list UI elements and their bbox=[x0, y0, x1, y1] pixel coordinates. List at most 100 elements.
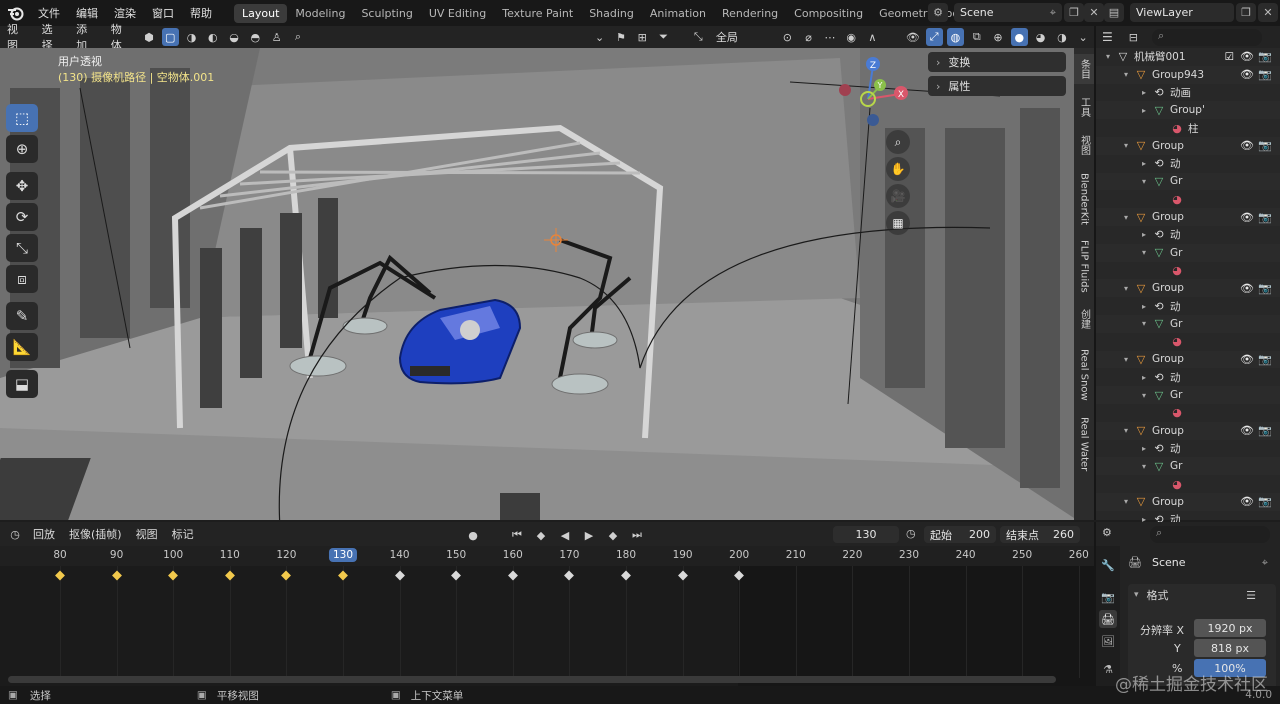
menu-item[interactable]: 窗口 bbox=[144, 5, 182, 21]
npanel-properties[interactable]: › 属性 bbox=[928, 76, 1066, 96]
view-layer-selector[interactable]: ViewLayer bbox=[1130, 3, 1234, 22]
outliner-row[interactable]: ▸ ⟲ 动画 bbox=[1096, 84, 1280, 102]
outliner-row[interactable]: ▾ ▽ Group 👁 📷 bbox=[1096, 421, 1280, 440]
zoom-icon[interactable]: ⌕ bbox=[886, 130, 910, 154]
snap-icon[interactable]: ⌀ bbox=[800, 28, 817, 46]
pan-hand-icon[interactable]: ✋ bbox=[886, 157, 910, 181]
scene-selector[interactable]: Scene ⌖ bbox=[954, 3, 1062, 22]
new-scene-icon[interactable]: ❐ bbox=[1064, 3, 1084, 22]
keyframe-selected[interactable] bbox=[55, 570, 65, 581]
search-icon[interactable]: ⌕ bbox=[289, 28, 306, 46]
annotate-tool-icon[interactable]: ✎ bbox=[6, 302, 38, 330]
keyframe-selected[interactable] bbox=[168, 570, 179, 581]
jump-end-icon[interactable]: ⏭ bbox=[628, 526, 646, 544]
disclosure-arrow-icon[interactable]: ▾ bbox=[1142, 248, 1152, 257]
disclosure-arrow-icon[interactable]: ▾ bbox=[1124, 426, 1134, 435]
display-mode-icon[interactable]: ⊟ bbox=[1129, 31, 1138, 44]
transform-orientation-icon[interactable]: ⤡ bbox=[690, 28, 707, 46]
timeline-menu-item[interactable]: 抠像(插帧) bbox=[62, 526, 129, 542]
disclosure-arrow-icon[interactable]: ▸ bbox=[1142, 302, 1152, 311]
disclosure-arrow-icon[interactable]: ▾ bbox=[1106, 52, 1116, 61]
select-extend-icon[interactable]: ◑ bbox=[183, 28, 200, 46]
visibility-icon[interactable]: 👁 bbox=[904, 28, 921, 46]
disclosure-arrow-icon[interactable]: ▾ bbox=[1124, 141, 1134, 150]
eye-icon[interactable]: 👁 bbox=[1240, 68, 1254, 81]
render-camera-icon[interactable]: 📷 bbox=[1258, 353, 1272, 366]
disclosure-arrow-icon[interactable]: ▸ bbox=[1142, 159, 1152, 168]
disclosure-arrow-icon[interactable]: ▸ bbox=[1142, 373, 1152, 382]
keyframe-selected[interactable] bbox=[281, 570, 292, 581]
keyframe[interactable] bbox=[564, 570, 575, 581]
frame-ruler[interactable]: 80 90 100 110 120 130 140 150 160 170 180 190 200 210… bbox=[0, 546, 1094, 566]
filter-icon[interactable]: ⏷ bbox=[655, 28, 672, 46]
eye-icon[interactable]: 👁 bbox=[1240, 282, 1254, 295]
camera-view-icon[interactable]: 🎥 bbox=[886, 184, 910, 208]
outliner-row[interactable]: ▾ ▽ 机械臂001 ☑ 👁 📷 bbox=[1096, 48, 1280, 66]
blender-logo-icon[interactable] bbox=[6, 3, 26, 23]
properties-search-input[interactable]: ⌕ bbox=[1150, 526, 1270, 543]
outliner-row[interactable]: ◕ bbox=[1096, 475, 1280, 493]
outliner-row[interactable]: ▸ ⟲ 动 bbox=[1096, 226, 1280, 244]
play-icon[interactable]: ▶ bbox=[580, 526, 598, 544]
presets-icon[interactable]: ☰ bbox=[1246, 589, 1256, 602]
jump-start-icon[interactable]: ⏮ bbox=[508, 526, 526, 544]
view-layer-tab-icon[interactable]: 🖼 bbox=[1099, 632, 1117, 650]
tool-settings-tab-icon[interactable]: 🔧 bbox=[1099, 556, 1117, 574]
outliner-row[interactable]: ▾ ▽ Group 👁 📷 bbox=[1096, 350, 1280, 369]
eye-icon[interactable]: 👁 bbox=[1240, 139, 1254, 152]
record-icon[interactable]: ● bbox=[464, 526, 482, 544]
render-camera-icon[interactable]: 📷 bbox=[1258, 211, 1272, 224]
gizmo-icon[interactable]: ⤢ bbox=[925, 28, 943, 46]
outliner-row[interactable]: ◕ bbox=[1096, 333, 1280, 351]
render-tab-icon[interactable]: 📷 bbox=[1099, 588, 1117, 606]
workspace-tab[interactable]: Rendering bbox=[714, 4, 786, 23]
workspace-tab[interactable]: Compositing bbox=[786, 4, 871, 23]
move-tool-icon[interactable]: ✥ bbox=[6, 172, 38, 200]
outliner-editor-type-icon[interactable]: ☰ bbox=[1102, 30, 1113, 44]
exclude-checkbox-icon[interactable]: ☑ bbox=[1225, 51, 1234, 63]
select-box-tool-icon[interactable]: ⬚ bbox=[6, 104, 38, 132]
npanel-tab[interactable]: BlenderKit bbox=[1074, 170, 1094, 228]
outliner-row[interactable]: ▾ ▽ Group 👁 📷 bbox=[1096, 493, 1280, 511]
keyframe-selected[interactable] bbox=[111, 570, 122, 581]
proportional-edit-icon[interactable]: ◉ bbox=[843, 28, 860, 46]
add-cube-tool-icon[interactable]: ⬓ bbox=[6, 370, 38, 398]
npanel-tab[interactable]: 工具 bbox=[1074, 92, 1094, 122]
npanel-tab[interactable]: 视图 bbox=[1074, 130, 1094, 160]
outliner-row[interactable]: ▸ ⟲ 动 bbox=[1096, 155, 1280, 173]
render-camera-icon[interactable]: 📷 bbox=[1258, 495, 1272, 508]
eye-icon[interactable]: 👁 bbox=[1240, 495, 1254, 508]
outliner-row[interactable]: ▾ ▽ Gr bbox=[1096, 457, 1280, 476]
keyframe[interactable] bbox=[621, 570, 631, 581]
menu-item[interactable]: 帮助 bbox=[182, 5, 220, 21]
resolution-x-field[interactable]: 1920 px bbox=[1194, 619, 1266, 637]
render-camera-icon[interactable]: 📷 bbox=[1258, 424, 1272, 437]
timeline-menu-item[interactable]: 标记 bbox=[165, 526, 201, 542]
disclosure-arrow-icon[interactable]: ▸ bbox=[1142, 106, 1152, 115]
material-shading-icon[interactable]: ◕ bbox=[1032, 28, 1049, 46]
disclosure-arrow-icon[interactable]: ▾ bbox=[1124, 284, 1134, 293]
keyframe-selected[interactable] bbox=[338, 570, 348, 581]
snap-increment-icon[interactable]: ⋯ bbox=[821, 28, 838, 46]
scene-type-icon[interactable]: ⚙ bbox=[928, 3, 948, 22]
disclosure-arrow-icon[interactable]: ▾ bbox=[1142, 319, 1152, 328]
format-panel-header[interactable]: ▾ 格式 ☰ bbox=[1128, 584, 1276, 606]
timeline-scrollbar[interactable] bbox=[8, 676, 1056, 683]
keyframe-selected[interactable] bbox=[224, 570, 235, 581]
cursor-tool-icon[interactable]: ⊕ bbox=[6, 135, 38, 163]
solid-shading-icon[interactable]: ● bbox=[1010, 28, 1028, 46]
falloff-icon[interactable]: ∧ bbox=[864, 28, 881, 46]
outliner-row[interactable]: ▾ ▽ Group 👁 📷 bbox=[1096, 208, 1280, 226]
render-camera-icon[interactable]: 📷 bbox=[1258, 139, 1272, 152]
hierarchy-icon[interactable]: ⊞ bbox=[634, 28, 651, 46]
workspace-tab[interactable]: Layout bbox=[234, 3, 288, 23]
play-reverse-icon[interactable]: ◀ bbox=[556, 526, 574, 544]
output-tab-icon[interactable]: 🖨 bbox=[1099, 610, 1117, 628]
select-invert-icon[interactable]: ◒ bbox=[225, 28, 242, 46]
outliner-row[interactable]: ▾ ▽ Gr bbox=[1096, 315, 1280, 333]
outliner-row[interactable]: ▸ ⟲ 动 bbox=[1096, 440, 1280, 458]
outliner-row[interactable]: ◕ 柱 bbox=[1096, 119, 1280, 137]
outliner-row[interactable]: ▸ ▽ Group' bbox=[1096, 101, 1280, 120]
outliner-row[interactable]: ▾ ▽ Gr bbox=[1096, 172, 1280, 191]
outliner-row[interactable]: ▸ ⟲ 动 bbox=[1096, 297, 1280, 315]
